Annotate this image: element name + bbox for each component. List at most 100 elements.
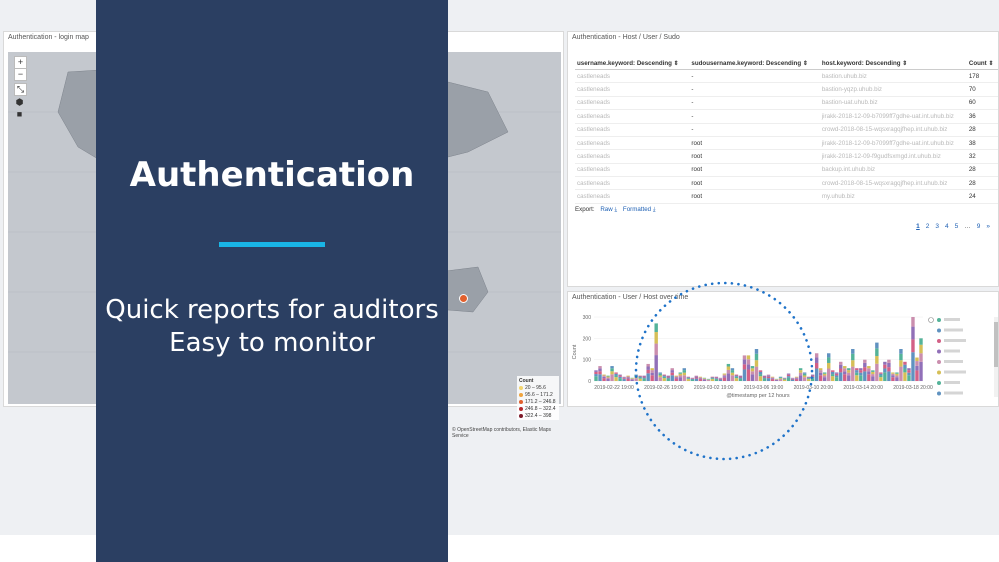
x-tick-label: 2019-03-14 20:00 [843,385,883,391]
histogram-bar [662,374,666,376]
page-link[interactable]: 2 [926,223,930,230]
draw-rectangle-icon[interactable]: ■ [14,109,25,120]
histogram-bar [883,361,887,365]
histogram-bar [598,368,602,372]
histogram-bar [606,376,610,378]
histogram-bar [638,375,642,377]
histogram-bar [642,378,646,381]
zoom-out-button[interactable]: − [14,68,27,81]
cell-count: 178 [966,69,998,84]
page-link[interactable]: 5 [955,223,959,230]
panel-title: Authentication - Host / User / Sudo [572,34,680,41]
page-link[interactable]: 1 [916,223,920,230]
export-formatted-link[interactable]: Formatted ⤓ [623,206,656,213]
histogram-bar [694,377,699,379]
histogram-bar [778,377,783,379]
table-row[interactable]: castleneads - bastion-yqzp.uhub.biz 70 [575,82,998,97]
histogram-bar [831,371,835,375]
histogram-bar [867,371,871,375]
histogram-bar [710,379,715,381]
histogram-bar [798,372,803,376]
histogram-bar [835,377,839,381]
histogram-bar [887,362,891,368]
histogram-bar [758,370,763,372]
histogram-bar [859,370,863,373]
page-link[interactable]: 3 [935,223,939,230]
histogram-bar [818,375,823,381]
legend-label-placeholder [944,360,963,363]
histogram-bar [630,378,634,379]
histogram-bar [762,377,767,379]
page-link[interactable]: 9 [977,223,981,230]
column-header-sudousername[interactable]: sudousername.keyword: Descending ⇕ [689,58,820,70]
histogram-bar [879,375,883,378]
histogram-bar [919,344,923,354]
table-row[interactable]: castleneads - crowd-2018-08-15-wqsxragqjfh… [575,123,998,137]
table-row[interactable]: castleneads root backup.int.uhub.biz 28 [575,163,998,178]
table-row[interactable]: castleneads root crowd-2018-08-15-wqsxragq… [575,176,998,191]
histogram-bar [806,377,811,379]
cell-sudousername: - [689,96,820,111]
histogram-bar [887,359,891,363]
histogram-bar [690,379,695,381]
legend-label-placeholder [944,349,960,353]
legend-toggle-icon [928,317,934,323]
histogram-bar [606,375,610,377]
page-link[interactable]: 4 [945,223,949,230]
histogram-bar [802,375,807,378]
legend-swatch [519,400,523,404]
legend-item: 322.4 – 398 [519,413,557,419]
histogram-bar [670,372,674,376]
table-row[interactable]: castleneads - jirakk-2018-12-09-b7099ff7gd… [575,109,998,124]
histogram-bar [682,372,686,376]
histogram-bar [814,368,819,381]
histogram-bar [863,362,867,368]
histogram-bar [903,361,907,365]
table-row[interactable]: castleneads root jirakk-2018-12-09-b7099ff… [575,136,998,151]
cell-sudousername: - [689,82,820,97]
legend-label-placeholder [944,318,960,321]
draw-polygon-icon[interactable]: ⬢ [14,97,25,108]
histogram-bar [594,370,598,372]
export-raw-link[interactable]: Raw ⤓ [600,206,617,213]
histogram-bar [855,368,859,371]
cell-count: 32 [966,149,998,164]
table-row[interactable]: castleneads - bastion.uhub.biz 178 [575,69,998,84]
histogram-bar [622,376,626,378]
cell-host: bastion.uhub.biz [819,69,967,84]
export-bar: Export: Raw ⤓ Formatted ⤓ [575,206,656,214]
histogram-bar [887,371,891,381]
histogram-bar [891,377,895,381]
histogram-bar [702,378,707,380]
table-row[interactable]: castleneads - bastion-uat.uhub.biz 60 [575,96,998,111]
histogram-bar [835,373,839,376]
column-header-host[interactable]: host.keyword: Descending ⇕ [819,58,967,70]
histogram-bar [802,373,807,376]
y-tick-label: 200 [583,336,592,342]
histogram-bar [899,366,903,381]
histogram-chart[interactable]: 0 100 200 300 Count 2019-02-22 19:00 2019-02-2… [568,292,999,408]
map-marker[interactable] [459,294,468,303]
cell-sudousername: root [689,189,820,204]
fit-bounds-icon[interactable]: ⤡ [14,83,27,96]
histogram-bar [806,379,811,381]
histogram-bar [694,375,699,377]
histogram-bar [843,366,847,369]
next-page-link[interactable]: » [986,223,990,230]
histogram-bar [646,369,650,374]
column-header-count[interactable]: Count ⇕ [966,58,998,70]
histogram-bar [814,353,819,358]
histogram-bar [614,377,618,381]
histogram-bar [710,378,715,380]
table-row[interactable]: castleneads root my.uhub.biz 24 [575,189,998,204]
legend-item: 171.2 – 246.8 [519,399,557,405]
column-header-username[interactable]: username.keyword: Descending ⇕ [575,58,690,70]
map-attribution[interactable]: © OpenStreetMap contributors, Elastic Ma… [452,427,563,439]
histogram-bar [610,371,614,375]
table-row[interactable]: castleneads root jirakk-2018-12-09-f9gudfs… [575,149,998,164]
histogram-bar [742,369,747,381]
histogram-bar [722,373,727,375]
legend-label-placeholder [944,381,960,384]
legend-label: 20 – 95.6 [525,385,546,391]
legend-swatch [937,370,941,375]
